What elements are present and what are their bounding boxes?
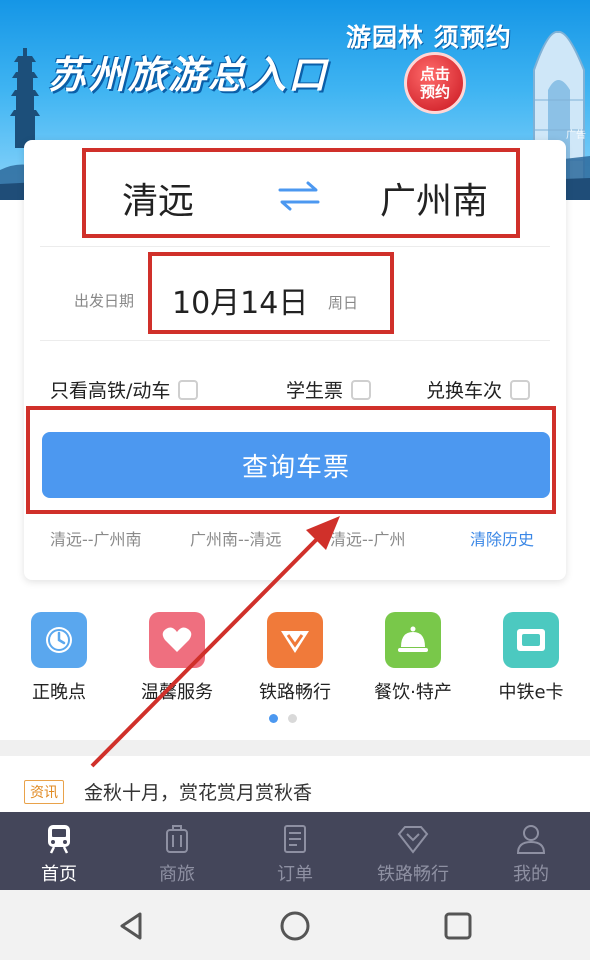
tab-profile[interactable]: 我的 bbox=[472, 812, 590, 890]
back-icon[interactable] bbox=[114, 908, 150, 944]
service-on-time[interactable]: 正晚点 bbox=[0, 612, 118, 704]
bottom-tab-bar: 首页 商旅 订单 铁路畅行 我的 bbox=[0, 812, 590, 890]
clear-history-link[interactable]: 清除历史 bbox=[470, 526, 534, 550]
tab-label: 铁路畅行 bbox=[377, 864, 449, 885]
date-value: 10月14日 bbox=[172, 286, 309, 321]
swap-stations-icon[interactable] bbox=[274, 180, 324, 212]
banner-slogan: 游园林 须预约 bbox=[346, 23, 512, 52]
tab-business[interactable]: 商旅 bbox=[118, 812, 236, 890]
train-icon bbox=[48, 825, 70, 854]
dining-bell-icon bbox=[385, 612, 441, 668]
service-label: 正晚点 bbox=[32, 682, 86, 703]
station-selector: 清远 广州南 bbox=[82, 148, 520, 238]
app-screen: 苏州旅游总入口 游园林 须预约 点击 预约 广告 清远 广州南 出发日期 10月… bbox=[0, 0, 590, 960]
service-rail-pass[interactable]: 铁路畅行 bbox=[236, 612, 354, 704]
news-tag: 资讯 bbox=[24, 780, 64, 804]
date-label: 出发日期 bbox=[74, 292, 135, 310]
option-redeem-train[interactable]: 兑换车次 bbox=[426, 376, 531, 403]
service-label: 餐饮·特产 bbox=[374, 682, 452, 703]
tab-label: 我的 bbox=[513, 864, 549, 885]
carousel-indicator bbox=[269, 714, 297, 723]
quick-services: 正晚点 温馨服务 铁路畅行 餐饮·特产 中铁e卡 bbox=[0, 598, 590, 728]
ticket-search-card: 清远 广州南 出发日期 10月14日 周日 只看高铁/动车 学生票 兑换车次 查… bbox=[24, 140, 566, 580]
option-label: 兑换车次 bbox=[426, 380, 503, 402]
divider bbox=[40, 246, 550, 247]
history-item[interactable]: 清远--广州 bbox=[330, 526, 406, 550]
carousel-dot bbox=[288, 714, 297, 723]
news-headline[interactable]: 金秋十月，赏花赏月赏秋香 bbox=[84, 778, 312, 805]
service-ecard[interactable]: 中铁e卡 bbox=[472, 612, 590, 704]
history-item[interactable]: 清远--广州南 bbox=[50, 526, 142, 550]
tab-label: 商旅 bbox=[159, 864, 195, 885]
home-icon[interactable] bbox=[277, 908, 313, 944]
service-care[interactable]: 温馨服务 bbox=[118, 612, 236, 704]
tab-label: 订单 bbox=[277, 864, 313, 885]
option-high-speed-only[interactable]: 只看高铁/动车 bbox=[50, 376, 199, 403]
arrival-station[interactable]: 广州南 bbox=[380, 172, 488, 224]
tab-label: 首页 bbox=[41, 864, 77, 885]
checkbox[interactable] bbox=[351, 379, 372, 400]
rail-icon bbox=[267, 612, 323, 668]
query-tickets-button[interactable]: 查询车票 bbox=[42, 432, 550, 498]
banner-reserve-badge[interactable]: 点击 预约 bbox=[404, 52, 466, 114]
option-student-ticket[interactable]: 学生票 bbox=[286, 376, 372, 403]
service-label: 温馨服务 bbox=[141, 682, 213, 703]
news-ticker[interactable]: 资讯 金秋十月，赏花赏月赏秋香 bbox=[0, 756, 590, 812]
checkbox[interactable] bbox=[510, 379, 531, 400]
system-navigation-bar bbox=[0, 890, 590, 960]
service-dining[interactable]: 餐饮·特产 bbox=[354, 612, 472, 704]
profile-icon bbox=[516, 825, 546, 854]
clock-icon bbox=[31, 612, 87, 668]
tab-orders[interactable]: 订单 bbox=[236, 812, 354, 890]
luggage-icon bbox=[166, 825, 188, 853]
banner-title: 苏州旅游总入口 bbox=[48, 53, 329, 97]
checkbox[interactable] bbox=[178, 379, 199, 400]
history-item[interactable]: 广州南--清远 bbox=[190, 526, 282, 550]
divider bbox=[40, 340, 550, 341]
service-label: 中铁e卡 bbox=[498, 682, 564, 703]
weekday-label: 周日 bbox=[328, 294, 359, 312]
diamond-icon bbox=[397, 826, 429, 854]
departure-station[interactable]: 清远 bbox=[122, 172, 194, 224]
section-gap bbox=[0, 740, 590, 756]
departure-date-picker[interactable]: 10月14日 周日 bbox=[148, 252, 394, 334]
ad-label: 广告 bbox=[566, 130, 586, 141]
order-icon bbox=[284, 825, 306, 853]
service-label: 铁路畅行 bbox=[259, 682, 331, 703]
card-icon bbox=[503, 612, 559, 668]
heart-icon bbox=[149, 612, 205, 668]
carousel-dot-active bbox=[269, 714, 278, 723]
badge-line-2: 预约 bbox=[419, 83, 450, 101]
tab-home[interactable]: 首页 bbox=[0, 812, 118, 890]
recents-icon[interactable] bbox=[440, 908, 476, 944]
query-highlight-box: 查询车票 bbox=[26, 406, 556, 514]
tab-rail-pass[interactable]: 铁路畅行 bbox=[354, 812, 472, 890]
badge-line-1: 点击 bbox=[419, 65, 450, 83]
option-label: 学生票 bbox=[286, 380, 344, 402]
option-label: 只看高铁/动车 bbox=[50, 380, 171, 402]
